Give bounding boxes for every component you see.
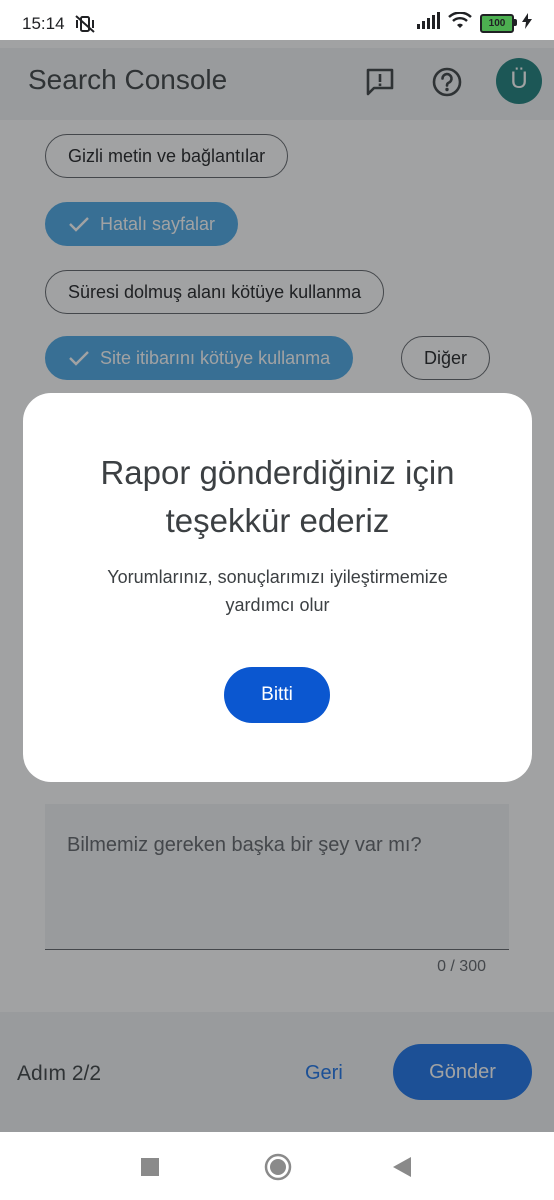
dialog-body: Yorumlarınız, sonuçlarımızı iyileştirmem… (23, 563, 532, 619)
thank-you-dialog: Rapor gönderdiğiniz için teşekkür ederiz… (23, 393, 532, 782)
charging-icon (522, 13, 532, 34)
battery-icon: 100 (480, 14, 517, 33)
vibrate-off-icon (74, 14, 96, 39)
recents-icon[interactable] (141, 1158, 159, 1181)
dialog-title: Rapor gönderdiğiniz için teşekkür ederiz (23, 449, 532, 545)
dialog-body-line: Yorumlarınız, sonuçlarımızı iyileştirmem… (107, 567, 448, 587)
back-nav-icon[interactable] (393, 1157, 411, 1182)
dialog-body-line: yardımcı olur (225, 595, 330, 615)
status-time: 15:14 (22, 14, 65, 33)
dialog-title-line: Rapor gönderdiğiniz için (100, 454, 455, 491)
home-icon[interactable] (264, 1153, 292, 1186)
system-nav-bar (0, 1132, 554, 1200)
battery-level: 100 (488, 18, 506, 29)
status-icons: 100 (416, 11, 532, 35)
done-button[interactable]: Bitti (224, 667, 330, 723)
signal-icon (416, 12, 440, 35)
wifi-icon (448, 11, 472, 35)
dialog-title-line: teşekkür ederiz (165, 502, 390, 539)
